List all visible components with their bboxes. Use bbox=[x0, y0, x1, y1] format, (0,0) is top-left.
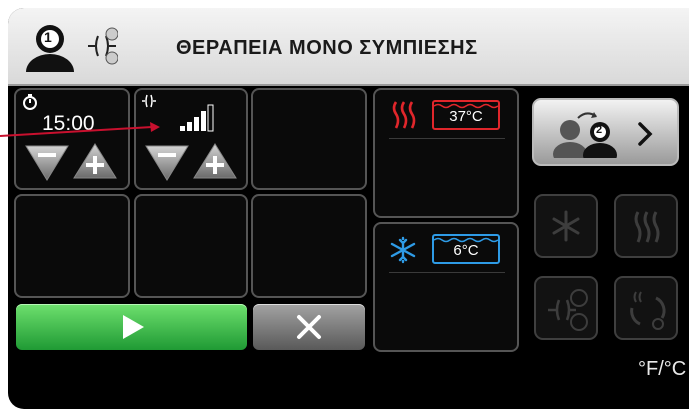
heat-panel[interactable]: 37°C bbox=[373, 88, 519, 218]
title-bar: 1 ΘΕΡΑΠΕΙΑ ΜΟΝΟ ΣΥΜΠΙΕΣΗΣ bbox=[8, 8, 689, 86]
device-screen: 1 ΘΕΡΑΠΕΙΑ ΜΟΝΟ ΣΥΜΠΙΕΣΗΣ 15:00 37°C 6°C… bbox=[8, 8, 689, 409]
unit-toggle[interactable]: °F/°C bbox=[638, 358, 686, 381]
empty-cell bbox=[251, 88, 367, 190]
stopwatch-icon bbox=[23, 94, 37, 110]
heat-waves-icon bbox=[634, 211, 660, 243]
combo-mode-button[interactable] bbox=[534, 276, 598, 340]
switch-user-icon bbox=[553, 112, 653, 158]
heat-mode-button[interactable] bbox=[614, 194, 678, 258]
page-title: ΘΕΡΑΠΕΙΑ ΜΟΝΟ ΣΥΜΠΙΕΣΗΣ bbox=[176, 37, 478, 59]
compression-icon bbox=[142, 94, 156, 108]
heat-temperature-box: 37°C bbox=[432, 100, 500, 130]
divider bbox=[389, 138, 505, 139]
compression-decrease-button[interactable] bbox=[144, 142, 190, 182]
empty-cell bbox=[134, 194, 248, 298]
user-number: 1 bbox=[44, 29, 52, 45]
cold-panel[interactable]: 6°C bbox=[373, 222, 519, 352]
cold-mode-button[interactable] bbox=[534, 194, 598, 258]
timer-value: 15:00 bbox=[42, 112, 95, 135]
compression-increase-button[interactable] bbox=[192, 142, 238, 182]
timer-increase-button[interactable] bbox=[72, 142, 118, 182]
divider bbox=[389, 272, 505, 273]
heat-temperature: 37°C bbox=[449, 108, 483, 125]
close-icon bbox=[297, 315, 321, 339]
stop-button[interactable] bbox=[253, 304, 365, 350]
snowflake-icon bbox=[552, 210, 580, 242]
start-button[interactable] bbox=[16, 304, 247, 350]
compression-cell bbox=[134, 88, 248, 190]
empty-cell bbox=[251, 194, 367, 298]
switch-user-button[interactable]: 2 bbox=[532, 98, 679, 166]
next-user-number: 2 bbox=[596, 124, 603, 136]
heat-waves-icon bbox=[392, 101, 416, 129]
cold-temperature: 6°C bbox=[453, 242, 479, 259]
cycle-mode-button[interactable] bbox=[614, 276, 678, 340]
compression-heat-cold-icon bbox=[548, 289, 588, 331]
empty-cell bbox=[14, 194, 130, 298]
compression-level-indicator bbox=[180, 104, 214, 132]
snowflake-icon bbox=[390, 236, 416, 264]
timer-cell: 15:00 bbox=[14, 88, 130, 190]
heat-cold-cycle-icon bbox=[630, 291, 666, 330]
compression-heat-cold-icon bbox=[88, 27, 118, 65]
play-icon bbox=[123, 315, 144, 339]
timer-decrease-button[interactable] bbox=[24, 142, 70, 182]
cold-temperature-box: 6°C bbox=[432, 234, 500, 264]
